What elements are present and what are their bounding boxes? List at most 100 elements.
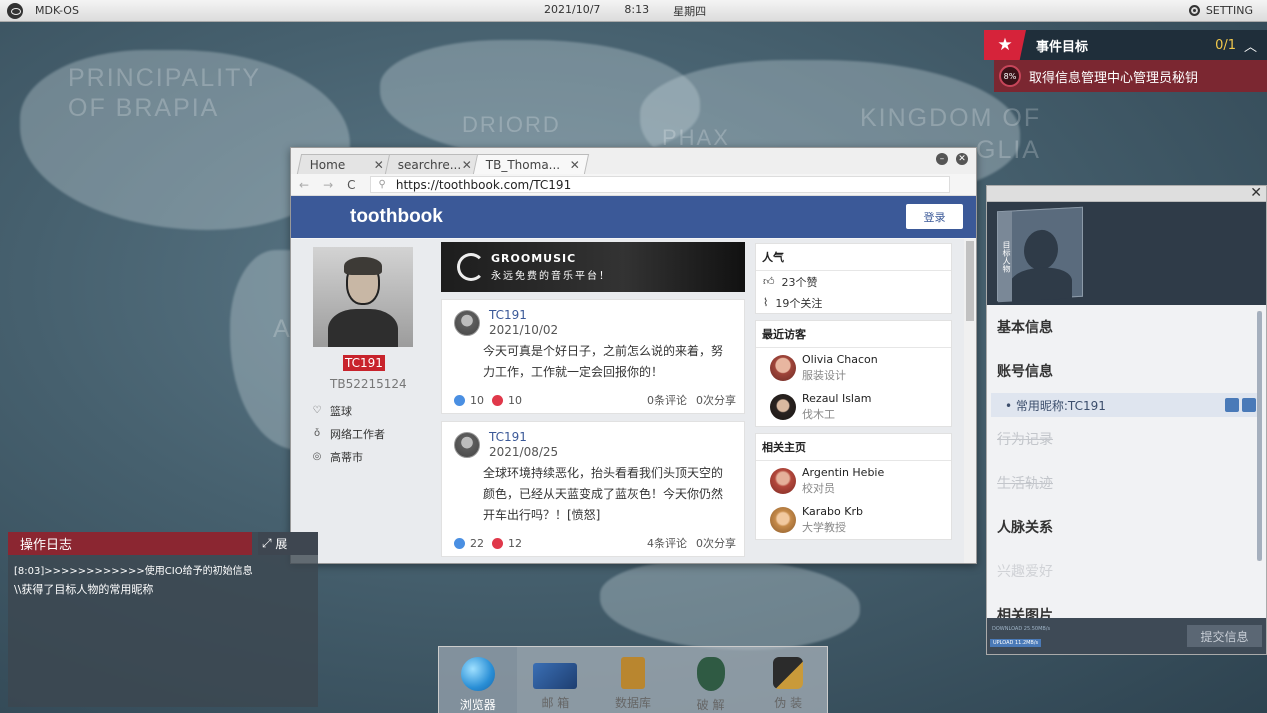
target-info-panel: ✕ 目标人物 基本信息 账号信息 • 常用昵称:TC191 行为记录 生活轨迹 … [986, 185, 1267, 655]
goal-count: 0/1 [1215, 37, 1236, 53]
section-contacts[interactable]: 人脉关系 [997, 505, 1256, 549]
map-label: KINGDOM OF [860, 104, 1042, 132]
operation-log: 操作日志 ⤢ 展 [8:03]>>>>>>>>>>>>使用CIO给予的初始信息 … [8, 532, 318, 707]
dock-mail[interactable]: 邮 箱 [517, 647, 595, 713]
page-item[interactable]: Karabo Krb 大学教授 [756, 500, 951, 539]
os-logo-icon[interactable] [7, 2, 23, 19]
info-hobby: ♡ 篮球 [312, 399, 423, 422]
location-icon: ◎ [312, 451, 322, 462]
system-topbar: MDK-OS 2021/10/7 8:13 星期四 SETTING [0, 0, 1267, 22]
edit-icon[interactable] [1225, 398, 1239, 412]
site-logo[interactable]: toothbook [350, 206, 443, 228]
section-behavior: 行为记录 [997, 432, 1053, 448]
like-count: 10 [470, 393, 484, 407]
map-label: OF BRAPIA [68, 94, 220, 122]
heart-icon[interactable] [492, 394, 503, 406]
comment-count[interactable]: 0条评论 [647, 392, 687, 408]
dock-label: 邮 箱 [541, 696, 570, 710]
section-hobbies: 兴趣爱好 [997, 564, 1053, 580]
tab-home[interactable]: Home ✕ [296, 154, 394, 174]
tab-profile[interactable]: TB_Thoma... ✕ [472, 154, 590, 174]
tie-icon: ǒ [313, 428, 321, 439]
dock-disguise[interactable]: 伪 装 [749, 647, 827, 713]
post-date: 2021/08/25 [489, 445, 559, 459]
visitor-item[interactable]: Olivia Chacon 服装设计 [756, 348, 951, 387]
profile-photo [313, 247, 413, 347]
close-window-icon[interactable]: ✕ [956, 153, 968, 165]
related-pages-card: 相关主页 Argentin Hebie 校对员 Karabo Krb 大学教授 [755, 433, 952, 540]
event-goal-panel: ★ 事件目标 0/1 ︿ 8% 取得信息管理中心管理员秘钥 [984, 30, 1267, 92]
comment-count[interactable]: 4条评论 [647, 535, 687, 551]
thumbs-up-icon: 👍︎ [763, 275, 775, 288]
likes-total: 23个赞 [781, 275, 818, 289]
panel-scrollbar[interactable] [1257, 311, 1262, 561]
goal-progress: 8% [999, 65, 1021, 87]
chevron-up-icon[interactable]: ︿ [1244, 36, 1257, 55]
gear-icon [1188, 5, 1200, 16]
dock-browser[interactable]: 浏览器 [439, 647, 517, 713]
post-text: 今天可真是个好日子，之前怎么说的来着，努力工作，工作就一定会回报你的！ [483, 344, 724, 379]
expand-button[interactable]: ⤢ 展 [258, 532, 318, 555]
weekday-text: 星期四 [673, 4, 707, 18]
globe-icon [460, 657, 495, 691]
page-name: Karabo Krb [802, 504, 863, 518]
info-text: 篮球 [330, 404, 352, 418]
avatar[interactable] [454, 432, 480, 458]
dock-crack[interactable]: 破 解 [672, 647, 750, 713]
forward-arrow-icon[interactable]: → [323, 178, 333, 192]
avatar [770, 393, 796, 420]
share-count[interactable]: 0次分享 [696, 535, 736, 551]
tab-search[interactable]: searchre... ✕ [384, 154, 482, 174]
goal-task[interactable]: 8% 取得信息管理中心管理员秘钥 [994, 60, 1267, 92]
setting-button[interactable]: SETTING [1188, 4, 1253, 17]
post-feed: GROOMUSIC 永远免费的音乐平台！ TC191 2021/10/02 今天… [441, 242, 745, 557]
page-content: TC191 TB52215124 ♡ 篮球 ǒ 网络工作者 ◎ 高蒂市 GROOMUS… [291, 239, 966, 563]
map-label: DRIORD [462, 112, 561, 137]
card-title: 最近访客 [756, 321, 951, 348]
url-input[interactable]: ⚲ https://toothbook.com/TC191 [369, 176, 950, 193]
close-icon[interactable]: ✕ [1250, 186, 1262, 201]
post-text: 全球环境持续恶化，抬头看看我们头顶天空的颜色，已经从天蓝变成了蓝灰色！今天你仍然… [483, 466, 724, 522]
back-arrow-icon[interactable]: ← [299, 178, 309, 192]
submit-info-button[interactable]: 提交信息 [1187, 625, 1262, 647]
music-logo-icon [457, 253, 485, 281]
visitor-item[interactable]: Rezaul Islam 伐木工 [756, 387, 951, 426]
post-author[interactable]: TC191 [489, 308, 558, 322]
panel-footer: DOWNLOAD 25.50MB/s UPLOAD 11.2MB/s 提交信息 [987, 618, 1266, 654]
log-line: \\获得了目标人物的常用昵称 [14, 583, 154, 596]
section-basic-info[interactable]: 基本信息 [997, 305, 1256, 349]
avatar[interactable] [454, 310, 480, 336]
login-button[interactable]: 登录 [906, 204, 963, 229]
card-title: 相关主页 [756, 434, 951, 461]
profile-sidebar: 人气 👍︎ 23个赞 ⌇ 19个关注 最近访客 Olivia Chacon 服装设计 … [755, 243, 952, 546]
like-icon[interactable] [454, 394, 465, 406]
account-nickname-item[interactable]: • 常用昵称:TC191 [991, 393, 1262, 417]
database-icon [620, 657, 645, 689]
mail-icon [533, 663, 578, 689]
close-icon[interactable]: ✕ [570, 158, 580, 172]
section-account-info[interactable]: 账号信息 [997, 349, 1256, 393]
like-icon[interactable] [454, 537, 465, 549]
post-card: TC191 2021/08/25 全球环境持续恶化，抬头看看我们头顶天空的颜色，… [441, 421, 745, 557]
page-role: 校对员 [802, 481, 835, 495]
minimize-icon[interactable]: – [936, 153, 948, 165]
visitor-role: 服装设计 [802, 368, 846, 382]
tab-label: Home [309, 157, 346, 172]
dock-label: 数据库 [614, 696, 651, 710]
search-icon[interactable] [1242, 398, 1256, 412]
heart-icon[interactable] [492, 537, 503, 549]
page-scrollbar[interactable] [964, 239, 976, 563]
page-item[interactable]: Argentin Hebie 校对员 [756, 461, 951, 500]
profile-id: TB52215124 [330, 377, 407, 391]
close-icon[interactable]: ✕ [462, 158, 472, 172]
close-icon[interactable]: ✕ [374, 158, 384, 172]
dock-database[interactable]: 数据库 [594, 647, 672, 713]
heart-count: 10 [508, 393, 522, 407]
share-count[interactable]: 0次分享 [696, 392, 736, 408]
dock-label: 伪 装 [774, 696, 803, 710]
reload-icon[interactable]: C [347, 178, 355, 192]
post-author[interactable]: TC191 [489, 430, 558, 444]
post-card: TC191 2021/10/02 今天可真是个好日子，之前怎么说的来着，努力工作… [441, 299, 745, 414]
visitor-role: 伐木工 [802, 407, 835, 421]
ad-banner[interactable]: GROOMUSIC 永远免费的音乐平台！ [441, 242, 745, 292]
